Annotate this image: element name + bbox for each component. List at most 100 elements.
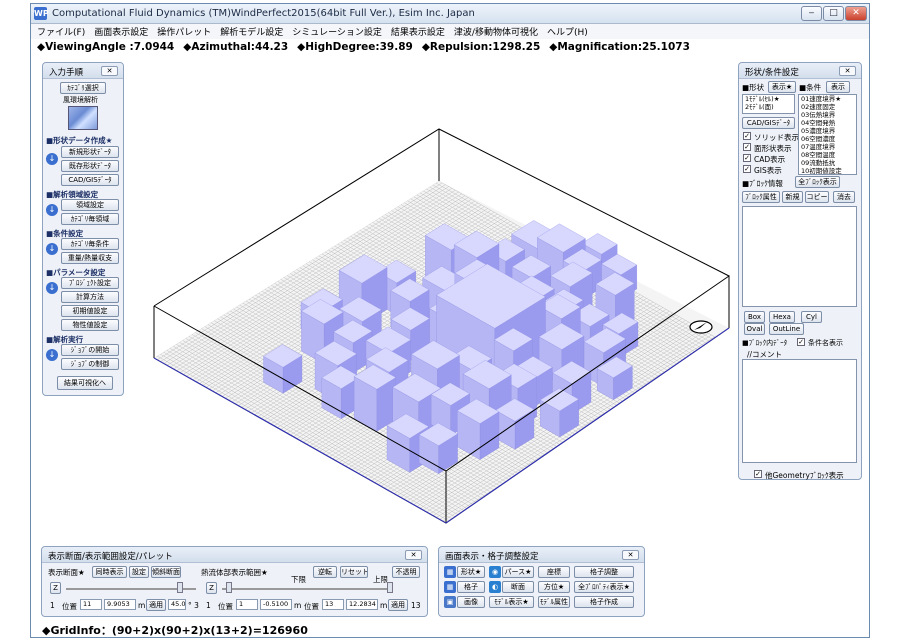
condition-item[interactable]: 06空間濃度	[799, 135, 856, 143]
palette-close-icon[interactable]: ✕	[405, 550, 422, 560]
condition-item[interactable]: 08空間温度	[799, 151, 856, 159]
initial-value-button[interactable]: 初期値設定	[61, 305, 119, 317]
gis-display-checkbox[interactable]: ✓	[743, 165, 751, 173]
close-button[interactable]: ✕	[845, 6, 867, 21]
shape-display-button[interactable]: 表示★	[768, 81, 796, 93]
face-display-checkbox[interactable]: ✓	[743, 143, 751, 151]
new-block-button[interactable]: 新規	[782, 191, 803, 203]
section-button[interactable]: 断面	[502, 581, 534, 593]
cad-gis-button[interactable]: CAD/GISﾃﾞｰﾀ	[61, 174, 119, 186]
shape-list-item[interactable]: 1ﾓﾃﾞﾙ(ｾﾙ)★	[743, 95, 794, 103]
block-attr-button[interactable]: ﾌﾞﾛｯｸ属性	[742, 191, 780, 203]
input-panel-close-icon[interactable]: ✕	[101, 66, 118, 76]
hexa-button[interactable]: Hexa	[769, 311, 795, 323]
model-display-button[interactable]: ﾓﾃﾞﾙ表示★	[489, 596, 534, 608]
perspective-button[interactable]: パース★	[502, 566, 534, 578]
grid-create-button[interactable]: 格子作成	[574, 596, 634, 608]
range-slider-track[interactable]	[222, 588, 392, 590]
right-apply-button[interactable]: 適用	[388, 599, 408, 611]
property-button[interactable]: 物性値設定	[61, 319, 119, 331]
menu-palette[interactable]: 操作パレット	[157, 25, 211, 38]
calc-method-button[interactable]: 計算方法	[61, 291, 119, 303]
solid-display-checkbox[interactable]: ✓	[743, 132, 751, 140]
condition-item[interactable]: 04空間発熱	[799, 119, 856, 127]
condition-item[interactable]: 07温度境界	[799, 143, 856, 151]
existing-shape-button[interactable]: 既存形状ﾃﾞｰﾀ	[61, 160, 119, 172]
left-value-field[interactable]: 9.9053	[104, 599, 136, 610]
wind-environment-thumbnail[interactable]	[68, 106, 98, 130]
condition-item[interactable]: 05濃度境界	[799, 127, 856, 135]
outline-button[interactable]: OutLine	[769, 323, 804, 335]
mid-value-field[interactable]: -0.5100	[260, 599, 292, 610]
condition-item[interactable]: 02速度固定	[799, 103, 856, 111]
condition-display-button[interactable]: 表示	[826, 81, 850, 93]
angle-field[interactable]: 45.0	[168, 599, 186, 610]
category-region-button[interactable]: ｶﾃｺﾞﾘ毎領域	[61, 213, 119, 225]
shape-list[interactable]: 1ﾓﾃﾞﾙ(ｾﾙ)★ 2ﾓﾃﾞﾙ(面)	[742, 94, 795, 114]
right-pos-field[interactable]: 13	[322, 599, 344, 610]
menu-file[interactable]: ファイル(F)	[37, 25, 85, 38]
fluid-axis-button[interactable]: Z	[206, 582, 217, 594]
condition-list[interactable]: 01速度境界★ 02速度固定 03伝熱境界 04空間発熱 05濃度境界 06空間…	[798, 94, 857, 175]
axis-select-button[interactable]: Z	[50, 582, 61, 594]
menu-help[interactable]: ヘルプ(H)	[547, 25, 588, 38]
setting-button[interactable]: 設定	[129, 566, 149, 578]
menu-results[interactable]: 結果表示設定	[391, 25, 445, 38]
minimize-button[interactable]: ‒	[801, 6, 822, 21]
maximize-button[interactable]: □	[823, 6, 844, 21]
display-panel-close-icon[interactable]: ✕	[622, 550, 639, 560]
menu-display[interactable]: 画面表示設定	[94, 25, 148, 38]
condition-item[interactable]: 01速度境界★	[799, 95, 856, 103]
all-blocks-button[interactable]: 全ﾌﾞﾛｯｸ表示	[795, 176, 840, 188]
condition-item[interactable]: 03伝熱境界	[799, 111, 856, 119]
to-results-button[interactable]: 結果可視化へ	[57, 376, 113, 390]
category-select-button[interactable]: ｶﾃｺﾞﾘ選択	[60, 82, 106, 94]
oval-button[interactable]: Oval	[744, 323, 765, 335]
orientation-button[interactable]: 方位★	[538, 581, 570, 593]
coordinates-button[interactable]: 座標	[538, 566, 570, 578]
other-geometry-checkbox[interactable]: ✓	[754, 470, 762, 478]
right-value-field[interactable]: 12.2834	[346, 599, 378, 610]
section-slider-thumb[interactable]	[177, 582, 183, 593]
grid-toggle-button[interactable]: 格子	[457, 581, 485, 593]
category-condition-button[interactable]: ｶﾃｺﾞﾘ毎条件	[61, 238, 119, 250]
region-setting-button[interactable]: 領域設定	[61, 199, 119, 211]
panel-cad-gis-button[interactable]: CAD/GISﾃﾞｰﾀ	[742, 117, 795, 129]
condition-item[interactable]: 09流動抵抗	[799, 159, 856, 167]
upper-slider-thumb[interactable]	[387, 582, 393, 593]
left-apply-button[interactable]: 適用	[146, 599, 166, 611]
all-properties-button[interactable]: 全ﾌﾟﾛﾊﾟﾃｨ表示★	[574, 581, 634, 593]
grid-adjust-button[interactable]: 格子調整	[574, 566, 634, 578]
oblique-section-button[interactable]: 傾斜断面	[151, 566, 181, 578]
reset-button[interactable]: リセット	[340, 566, 368, 578]
new-shape-button[interactable]: 新規形状ﾃﾞｰﾀ	[61, 146, 119, 158]
left-pos-field[interactable]: 11	[80, 599, 102, 610]
mid-pos-field[interactable]: 1	[236, 599, 258, 610]
delete-block-button[interactable]: 消去	[833, 191, 855, 203]
reverse-button[interactable]: 逆転	[313, 566, 337, 578]
box-button[interactable]: Box	[744, 311, 765, 323]
sync-display-button[interactable]: 同時表示	[92, 566, 127, 578]
condition-name-checkbox[interactable]: ✓	[797, 338, 805, 346]
shape-toggle-button[interactable]: 形状★	[457, 566, 485, 578]
gravity-heat-button[interactable]: 重量/熱量収支	[61, 252, 119, 264]
condition-item[interactable]: 10初期値設定	[799, 167, 856, 174]
job-start-button[interactable]: ｼﾞｮﾌﾞの開始	[61, 344, 119, 356]
menu-model[interactable]: 解析モデル設定	[220, 25, 283, 38]
image-button[interactable]: 画像	[457, 596, 485, 608]
job-control-button[interactable]: ｼﾞｮﾌﾞの制御	[61, 358, 119, 370]
block-list[interactable]	[742, 206, 857, 307]
menu-tsunami[interactable]: 津波/移動物体可視化	[454, 25, 538, 38]
comment-area[interactable]	[742, 359, 857, 463]
shape-panel-close-icon[interactable]: ✕	[839, 66, 856, 76]
copy-block-button[interactable]: コピー	[805, 191, 829, 203]
cyl-button[interactable]: Cyl	[801, 311, 822, 323]
opaque-button[interactable]: 不透明	[392, 566, 420, 578]
project-setting-button[interactable]: ﾌﾟﾛｼﾞｪｸﾄ設定	[61, 277, 119, 289]
shape-list-item[interactable]: 2ﾓﾃﾞﾙ(面)	[743, 103, 794, 111]
compass-icon[interactable]	[689, 320, 713, 334]
menu-simulation[interactable]: シミュレーション設定	[292, 25, 382, 38]
cad-display-checkbox[interactable]: ✓	[743, 154, 751, 162]
lower-slider-thumb[interactable]	[226, 582, 232, 593]
model-attr-button[interactable]: ﾓﾃﾞﾙ属性	[538, 596, 570, 608]
